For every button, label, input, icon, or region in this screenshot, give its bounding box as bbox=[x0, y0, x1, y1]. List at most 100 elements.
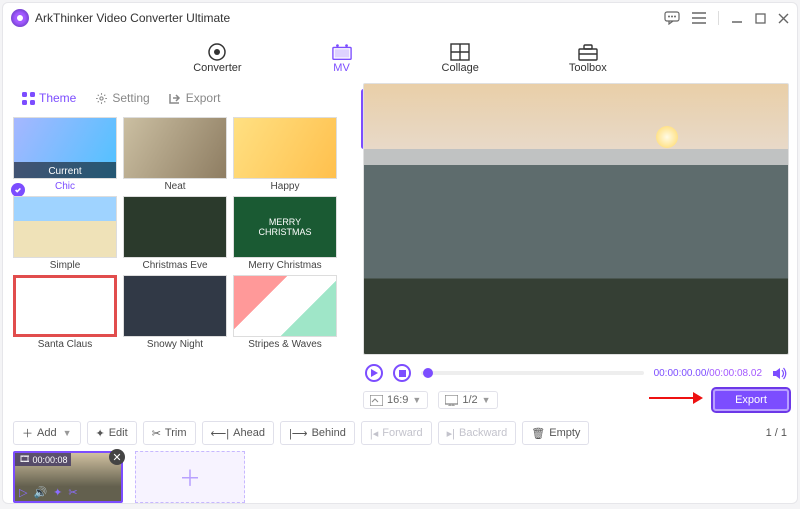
seek-bar[interactable] bbox=[421, 371, 644, 375]
tab-export[interactable]: Export bbox=[162, 87, 227, 109]
subtab-row: Theme Setting Export bbox=[11, 83, 357, 113]
converter-icon bbox=[207, 42, 227, 62]
menu-icon[interactable] bbox=[692, 12, 706, 24]
stop-button[interactable] bbox=[393, 364, 411, 382]
nav-mv[interactable]: MV bbox=[332, 33, 352, 83]
chevron-down-icon: ▼ bbox=[412, 395, 421, 405]
tab-label: Setting bbox=[112, 91, 149, 105]
maximize-icon[interactable] bbox=[755, 13, 766, 24]
nav-toolbox[interactable]: Toolbox bbox=[569, 33, 607, 83]
feedback-icon[interactable] bbox=[664, 11, 680, 25]
nav-label: Toolbox bbox=[569, 62, 607, 74]
theme-label: Santa Claus bbox=[38, 339, 92, 350]
aspect-ratio-select[interactable]: 16:9 ▼ bbox=[363, 391, 428, 409]
play-button[interactable] bbox=[365, 364, 383, 382]
theme-thumb bbox=[233, 275, 337, 337]
chevron-down-icon: ▼ bbox=[482, 395, 491, 405]
time-display: 00:00:00.00/00:00:08.02 bbox=[654, 368, 762, 379]
toolbar-row: ＋Add▼ ✦Edit ✂Trim ⟵|Ahead |⟶Behind |◂For… bbox=[13, 421, 787, 445]
arrow-annotation bbox=[647, 389, 703, 407]
clip-row: 🎞00:00:08 ✕ ▷ 🔊 ✦ ✂ ＋ bbox=[13, 451, 787, 503]
theme-christmas-eve[interactable]: Christmas Eve bbox=[123, 196, 227, 271]
theme-grid[interactable]: Current Chic Neat Happy Simple Christmas… bbox=[11, 113, 357, 413]
theme-neat[interactable]: Neat bbox=[123, 117, 227, 192]
backward-button[interactable]: ▸|Backward bbox=[438, 421, 517, 445]
add-clip-slot[interactable]: ＋ bbox=[135, 451, 245, 503]
trim-button[interactable]: ✂Trim bbox=[143, 421, 196, 445]
move-left-icon: ⟵| bbox=[211, 427, 230, 440]
close-icon[interactable] bbox=[778, 13, 789, 24]
collage-icon bbox=[450, 42, 470, 62]
wand-icon: ✦ bbox=[96, 427, 105, 440]
edit-button[interactable]: ✦Edit bbox=[87, 421, 137, 445]
tab-label: Export bbox=[186, 91, 221, 105]
nav-label: Collage bbox=[442, 62, 479, 74]
minimize-icon[interactable] bbox=[731, 12, 743, 24]
clip-volume-icon[interactable]: 🔊 bbox=[33, 486, 47, 499]
plus-icon: ＋ bbox=[179, 461, 201, 493]
mv-icon bbox=[332, 42, 352, 62]
scissors-icon: ✂ bbox=[152, 427, 161, 440]
theme-label: Happy bbox=[271, 181, 300, 192]
export-button[interactable]: Export bbox=[713, 389, 789, 411]
nav-collage[interactable]: Collage bbox=[442, 33, 479, 83]
theme-thumb bbox=[13, 196, 117, 258]
export-icon bbox=[168, 91, 182, 105]
player-controls: 00:00:00.00/00:00:08.02 bbox=[363, 361, 789, 385]
behind-button[interactable]: |⟶Behind bbox=[280, 421, 355, 445]
current-label: Current bbox=[14, 166, 116, 177]
tab-theme[interactable]: Theme bbox=[15, 87, 82, 109]
theme-thumb: Current bbox=[13, 117, 117, 179]
theme-stripes-waves[interactable]: Stripes & Waves bbox=[233, 275, 337, 350]
theme-label: Snowy Night bbox=[147, 339, 203, 350]
theme-snowy-night[interactable]: Snowy Night bbox=[123, 275, 227, 350]
clip-wand-icon[interactable]: ✦ bbox=[53, 486, 62, 499]
clip-tools: ▷ 🔊 ✦ ✂ bbox=[19, 486, 78, 499]
theme-simple[interactable]: Simple bbox=[13, 196, 117, 271]
video-preview[interactable] bbox=[363, 83, 789, 355]
theme-happy[interactable]: Happy bbox=[233, 117, 337, 192]
theme-thumb bbox=[13, 275, 117, 337]
app-title: ArkThinker Video Converter Ultimate bbox=[35, 11, 230, 25]
clip-play-icon[interactable]: ▷ bbox=[19, 486, 27, 499]
aspect-icon bbox=[370, 395, 383, 406]
chevron-down-icon: ▼ bbox=[63, 428, 72, 438]
theme-merry-christmas[interactable]: MERRY CHRISTMAS Merry Christmas bbox=[233, 196, 337, 271]
clip-scissors-icon[interactable]: ✂ bbox=[68, 486, 77, 499]
main-body: Theme Setting Export Current Chic bbox=[3, 83, 797, 417]
preview-options-row: 16:9 ▼ 1/2 ▼ Export bbox=[363, 387, 789, 413]
timeline-clip[interactable]: 🎞00:00:08 ✕ ▷ 🔊 ✦ ✂ bbox=[13, 451, 123, 503]
toolbox-icon bbox=[578, 42, 598, 62]
theme-label: Merry Christmas bbox=[248, 260, 321, 271]
clip-duration-tag: 🎞00:00:08 bbox=[15, 453, 71, 466]
trash-icon: 🗑 bbox=[531, 427, 545, 440]
theme-label: Simple bbox=[50, 260, 81, 271]
ahead-button[interactable]: ⟵|Ahead bbox=[202, 421, 274, 445]
tab-setting[interactable]: Setting bbox=[88, 87, 155, 109]
empty-button[interactable]: 🗑Empty bbox=[522, 421, 589, 445]
forward-button[interactable]: |◂Forward bbox=[361, 421, 432, 445]
theme-label: Chic bbox=[55, 181, 75, 192]
remove-clip-button[interactable]: ✕ bbox=[109, 449, 125, 465]
nav-label: Converter bbox=[193, 62, 241, 74]
top-nav: Converter MV Collage Toolbox bbox=[3, 33, 797, 83]
scale-select[interactable]: 1/2 ▼ bbox=[438, 391, 497, 409]
theme-santa-claus[interactable]: Santa Claus bbox=[13, 275, 117, 350]
add-button[interactable]: ＋Add▼ bbox=[13, 421, 81, 445]
theme-thumb: MERRY CHRISTMAS bbox=[233, 196, 337, 258]
titlebar: ArkThinker Video Converter Ultimate bbox=[3, 3, 797, 33]
theme-icon bbox=[21, 91, 35, 105]
nav-converter[interactable]: Converter bbox=[193, 33, 241, 83]
volume-icon[interactable] bbox=[772, 367, 787, 380]
bottom-bar: ＋Add▼ ✦Edit ✂Trim ⟵|Ahead |⟶Behind |◂For… bbox=[3, 417, 797, 503]
theme-label: Stripes & Waves bbox=[248, 339, 322, 350]
theme-chic[interactable]: Current Chic bbox=[13, 117, 117, 192]
app-logo-icon bbox=[11, 9, 29, 27]
theme-label: Christmas Eve bbox=[142, 260, 207, 271]
preview-sun bbox=[656, 126, 678, 148]
skip-forward-icon: |◂ bbox=[370, 427, 378, 440]
theme-thumb bbox=[123, 196, 227, 258]
theme-label: Neat bbox=[164, 181, 185, 192]
seek-handle[interactable] bbox=[423, 368, 433, 378]
skip-backward-icon: ▸| bbox=[447, 427, 455, 440]
